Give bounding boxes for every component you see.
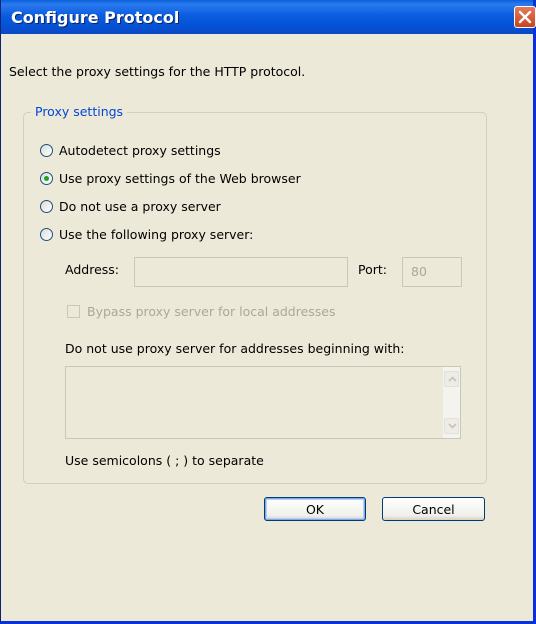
proxy-settings-group-label: Proxy settings [31, 104, 128, 119]
radio-label: Use proxy settings of the Web browser [59, 171, 301, 186]
port-input[interactable]: 80 [402, 257, 462, 287]
radio-button[interactable] [40, 200, 53, 213]
radio-label: Use the following proxy server: [59, 227, 254, 242]
close-button[interactable] [514, 6, 536, 28]
scroll-up-button[interactable] [444, 371, 459, 387]
exceptions-textarea[interactable] [65, 366, 461, 439]
cancel-button[interactable]: Cancel [382, 497, 485, 521]
window-title: Configure Protocol [11, 8, 180, 27]
radio-autodetect[interactable]: Autodetect proxy settings [40, 143, 221, 158]
close-x-icon [518, 10, 532, 24]
chevron-down-icon [448, 423, 457, 429]
vertical-scrollbar[interactable] [443, 367, 460, 438]
radio-button[interactable] [40, 144, 53, 157]
address-label: Address: [65, 262, 119, 277]
radio-use-web-browser[interactable]: Use proxy settings of the Web browser [40, 171, 301, 186]
address-input[interactable] [134, 257, 348, 287]
exceptions-label: Do not use proxy server for addresses be… [65, 341, 405, 356]
radio-label: Autodetect proxy settings [59, 143, 221, 158]
separator-hint: Use semicolons ( ; ) to separate [65, 453, 264, 468]
scroll-down-button[interactable] [444, 418, 459, 434]
title-bar[interactable]: Configure Protocol [1, 0, 536, 34]
instruction-text: Select the proxy settings for the HTTP p… [9, 64, 306, 79]
ok-button[interactable]: OK [264, 497, 366, 521]
radio-no-proxy[interactable]: Do not use a proxy server [40, 199, 221, 214]
radio-button[interactable] [40, 228, 53, 241]
port-value: 80 [411, 264, 427, 279]
bypass-local-checkbox[interactable] [67, 305, 80, 318]
radio-button-selected[interactable] [40, 172, 53, 185]
bypass-local-label: Bypass proxy server for local addresses [87, 304, 336, 319]
radio-label: Do not use a proxy server [59, 199, 221, 214]
radio-use-following-proxy[interactable]: Use the following proxy server: [40, 227, 253, 242]
configure-protocol-dialog: Configure Protocol Select the proxy sett… [0, 0, 536, 624]
port-label: Port: [358, 262, 387, 277]
chevron-up-icon [448, 376, 457, 382]
